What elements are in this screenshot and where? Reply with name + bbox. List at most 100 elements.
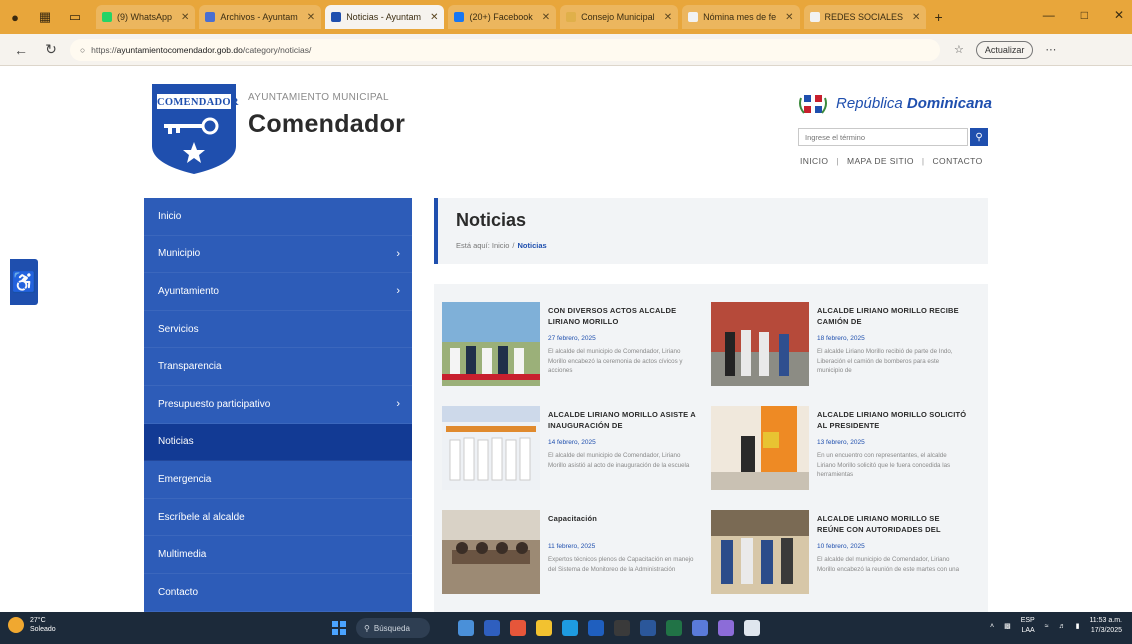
util-link-mapa[interactable]: MAPA DE SITIO (847, 156, 914, 166)
news-title[interactable]: Capacitación (548, 513, 698, 524)
maximize-icon[interactable]: □ (1081, 8, 1088, 22)
sidebar-item-transparencia[interactable]: Transparencia (144, 348, 412, 386)
news-date: 18 febrero, 2025 (817, 335, 865, 342)
comendador-logo[interactable]: COMENDADOR (152, 84, 238, 174)
news-title[interactable]: ALCALDE LIRIANO MORILLO ASISTE A INAUGUR… (548, 409, 698, 431)
news-thumbnail[interactable] (711, 406, 809, 490)
sidebar-item-inicio[interactable]: Inicio (144, 198, 412, 236)
close-tab-icon[interactable]: ✕ (430, 12, 438, 23)
edge-app-icon[interactable] (562, 620, 578, 636)
notepad-app-icon[interactable] (744, 620, 760, 636)
news-title[interactable]: CON DIVERSOS ACTOS ALCALDE LIRIANO MORIL… (548, 305, 698, 327)
window-controls: — □ ✕ (1043, 8, 1124, 22)
news-thumbnail[interactable] (442, 510, 540, 594)
clock[interactable]: 11:53 a.m. 17/3/2025 (1089, 616, 1122, 636)
close-window-icon[interactable]: ✕ (1114, 8, 1124, 22)
news-thumbnail[interactable] (711, 302, 809, 386)
site-search-input[interactable] (798, 128, 968, 146)
settings-app-icon[interactable] (614, 620, 630, 636)
sidebar-item-label: Multimedia (158, 549, 207, 561)
file-explorer-icon[interactable] (536, 620, 552, 636)
close-tab-icon[interactable]: ✕ (912, 12, 920, 23)
browser-tab[interactable]: Archivos - Ayuntam ✕ (199, 5, 322, 29)
sidebar-item-emergencia[interactable]: Emergencia (144, 461, 412, 499)
close-tab-icon[interactable]: ✕ (664, 12, 672, 23)
close-tab-icon[interactable]: ✕ (785, 12, 793, 23)
address-bar[interactable]: ○ https://ayuntamientocomendador.gob.do/… (70, 38, 940, 61)
windows-start-icon[interactable] (332, 621, 346, 635)
news-card[interactable]: ALCALDE LIRIANO MORILLO SE REÚNE CON AUT… (711, 510, 971, 600)
news-thumbnail[interactable] (442, 406, 540, 490)
web-page: ♿ COMENDADOR AYUNTAMIENTO MUNICIPAL Come… (0, 66, 1132, 612)
wifi-icon[interactable]: ≈ (1045, 623, 1049, 630)
minimize-icon[interactable]: — (1043, 8, 1055, 22)
news-excerpt: El alcalde del municipio de Comendador, … (548, 452, 690, 469)
close-tab-icon[interactable]: ✕ (181, 12, 189, 23)
refresh-icon[interactable]: ↻ (40, 41, 62, 58)
sidebar-item-escribele[interactable]: Escríbele al alcalde (144, 499, 412, 537)
news-card[interactable]: Capacitación 11 febrero, 2025 Expertos t… (442, 510, 702, 600)
browser-tab-active[interactable]: Noticias - Ayuntam ✕ (325, 5, 445, 29)
volume-icon[interactable]: ♬ (1059, 623, 1066, 630)
browser-tab[interactable]: Nómina mes de fe ✕ (682, 5, 800, 29)
browser-tab[interactable]: (20+) Facebook ✕ (448, 5, 557, 29)
new-tab-button[interactable]: + (934, 9, 942, 25)
back-arrow-icon[interactable]: ← (10, 42, 32, 58)
weather-widget[interactable]: 27°C Soleado (8, 616, 56, 634)
taskbar-search[interactable]: ⚲ Búsqueda (356, 618, 430, 638)
sidebar-item-multimedia[interactable]: Multimedia (144, 536, 412, 574)
sidebar-item-servicios[interactable]: Servicios (144, 311, 412, 349)
teams-app-icon[interactable] (718, 620, 734, 636)
org-name[interactable]: Comendador (248, 110, 405, 139)
sidebar-item-contacto[interactable]: Contacto (144, 574, 412, 612)
excel-app-icon[interactable] (666, 620, 682, 636)
favorites-star-icon[interactable]: ☆ (954, 43, 964, 56)
search-button[interactable]: ⚲ (970, 128, 988, 146)
sidebar-item-municipio[interactable]: Municipio › (144, 236, 412, 274)
photos-app-icon[interactable] (692, 620, 708, 636)
news-title[interactable]: ALCALDE LIRIANO MORILLO SOLICITÓ AL PRES… (817, 409, 967, 431)
util-link-contacto[interactable]: CONTACTO (933, 156, 983, 166)
sidebar-item-ayuntamiento[interactable]: Ayuntamiento › (144, 273, 412, 311)
tray-apps-icon[interactable]: ▩ (1004, 622, 1011, 630)
widgets-app-icon[interactable] (458, 620, 474, 636)
news-excerpt: El alcalde del municipio de Comendador, … (548, 348, 683, 374)
workspaces-icon[interactable]: ▦ (36, 8, 54, 26)
profile-icon[interactable]: ● (6, 8, 24, 26)
close-tab-icon[interactable]: ✕ (542, 12, 550, 23)
tab-label: Nómina mes de fe (703, 12, 777, 22)
task-view-icon[interactable] (484, 620, 500, 636)
breadcrumb: Está aquí: Inicio / Noticias (456, 241, 547, 250)
breadcrumb-home-link[interactable]: Inicio (492, 241, 510, 250)
language-indicator[interactable]: ESP LAA (1021, 616, 1035, 636)
news-title[interactable]: ALCALDE LIRIANO MORILLO SE REÚNE CON AUT… (817, 513, 967, 535)
news-card[interactable]: ALCALDE LIRIANO MORILLO RECIBE CAMIÓN DE… (711, 302, 971, 392)
util-link-inicio[interactable]: INICIO (800, 156, 828, 166)
news-thumbnail[interactable] (442, 302, 540, 386)
news-card[interactable]: ALCALDE LIRIANO MORILLO SOLICITÓ AL PRES… (711, 406, 971, 496)
update-button[interactable]: Actualizar (975, 40, 1034, 59)
tray-chevron-icon[interactable]: ˄ (990, 623, 994, 630)
store-app-icon[interactable] (588, 620, 604, 636)
republica-dominicana-brand[interactable]: República Dominicana (798, 88, 992, 118)
tab-label: Noticias - Ayuntam (346, 12, 422, 22)
browser-tab[interactable]: Consejo Municipal ✕ (560, 5, 679, 29)
browser-tab[interactable]: (9) WhatsApp ✕ (96, 5, 196, 29)
browser-tab[interactable]: REDES SOCIALES ✕ (803, 5, 927, 29)
more-menu-icon[interactable]: ⋯ (1045, 43, 1056, 56)
sidebar-item-presupuesto[interactable]: Presupuesto participativo › (144, 386, 412, 424)
news-card[interactable]: ALCALDE LIRIANO MORILLO ASISTE A INAUGUR… (442, 406, 702, 496)
news-card[interactable]: CON DIVERSOS ACTOS ALCALDE LIRIANO MORIL… (442, 302, 702, 392)
search-icon: ⚲ (364, 623, 370, 633)
accessibility-icon[interactable]: ♿ (10, 259, 38, 305)
news-excerpt: El alcalde Liriano Morillo recibió de pa… (817, 348, 953, 374)
news-thumbnail[interactable] (711, 510, 809, 594)
close-tab-icon[interactable]: ✕ (307, 12, 315, 23)
page-info-icon[interactable]: ○ (80, 45, 85, 55)
battery-icon[interactable]: ▮ (1076, 622, 1080, 630)
sidebar-item-noticias[interactable]: Noticias (144, 423, 412, 462)
news-title[interactable]: ALCALDE LIRIANO MORILLO RECIBE CAMIÓN DE (817, 305, 967, 327)
word-app-icon[interactable] (640, 620, 656, 636)
chrome-app-icon[interactable] (510, 620, 526, 636)
tab-actions-icon[interactable]: ▭ (66, 8, 84, 26)
